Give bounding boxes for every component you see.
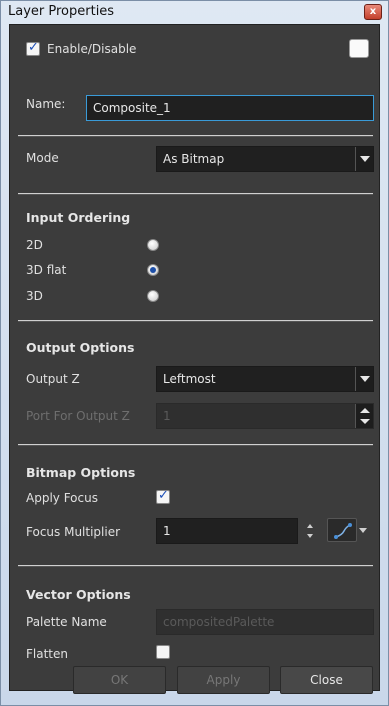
mode-value: As Bitmap xyxy=(163,152,225,166)
radio-3d-flat[interactable] xyxy=(147,264,159,276)
focus-multiplier-value: 1 xyxy=(163,524,171,538)
spin-up-icon[interactable] xyxy=(360,408,370,413)
focus-multiplier-label: Focus Multiplier xyxy=(26,525,121,539)
separator xyxy=(18,193,373,195)
layer-color-swatch[interactable] xyxy=(349,39,369,58)
chevron-down-icon[interactable] xyxy=(359,528,367,533)
ok-button[interactable]: OK xyxy=(73,666,166,694)
apply-button[interactable]: Apply xyxy=(177,666,270,694)
radio-2d-label: 2D xyxy=(26,238,43,252)
flatten-label: Flatten xyxy=(26,647,68,661)
input-ordering-heading: Input Ordering xyxy=(26,210,131,225)
layer-properties-window: Layer Properties x Enable/Disable Name: … xyxy=(0,0,389,706)
name-label: Name: xyxy=(26,97,66,111)
focus-multiplier-spinner[interactable] xyxy=(307,524,315,538)
output-options-heading: Output Options xyxy=(26,340,135,355)
chevron-down-icon[interactable] xyxy=(355,147,373,171)
enable-label: Enable/Disable xyxy=(47,42,137,56)
window-title: Layer Properties xyxy=(8,4,115,19)
palette-name-field[interactable]: compositedPalette xyxy=(156,609,374,635)
radio-3d-flat-label: 3D flat xyxy=(26,263,67,277)
port-for-output-z-field[interactable]: 1 xyxy=(156,403,374,429)
bitmap-options-heading: Bitmap Options xyxy=(26,465,136,480)
palette-name-label: Palette Name xyxy=(26,615,107,629)
close-button[interactable]: Close xyxy=(280,666,373,694)
separator xyxy=(18,565,373,567)
apply-focus-checkbox[interactable] xyxy=(156,488,170,504)
separator xyxy=(18,320,373,322)
spin-up-icon[interactable] xyxy=(307,524,313,528)
focus-multiplier-field[interactable]: 1 xyxy=(156,518,298,544)
separator xyxy=(18,444,373,446)
radio-3d-label: 3D xyxy=(26,289,43,303)
palette-name-placeholder: compositedPalette xyxy=(163,615,275,629)
mode-label: Mode xyxy=(26,151,59,165)
chevron-down-icon[interactable] xyxy=(355,367,373,391)
output-z-value: Leftmost xyxy=(163,372,216,386)
name-field[interactable]: Composite_1 xyxy=(86,95,374,121)
port-spinner[interactable] xyxy=(355,404,373,428)
title-bar[interactable]: Layer Properties x xyxy=(1,1,388,23)
radio-2d[interactable] xyxy=(147,239,159,251)
name-value: Composite_1 xyxy=(93,101,171,115)
flatten-checkbox[interactable] xyxy=(156,645,170,659)
properties-panel: Enable/Disable Name: Composite_1 Mode As… xyxy=(9,24,380,694)
port-for-output-z-label: Port For Output Z xyxy=(26,409,130,423)
output-z-label: Output Z xyxy=(26,372,80,386)
output-z-dropdown[interactable]: Leftmost xyxy=(156,366,374,392)
radio-3d[interactable] xyxy=(147,290,159,302)
spin-down-icon[interactable] xyxy=(307,534,313,538)
name-row: Name: Composite_1 xyxy=(18,87,374,127)
function-curve-icon xyxy=(334,523,352,539)
separator xyxy=(18,135,373,137)
spin-down-icon[interactable] xyxy=(360,419,370,424)
close-window-button[interactable]: x xyxy=(364,4,382,20)
enable-checkbox[interactable] xyxy=(26,40,40,56)
vector-options-heading: Vector Options xyxy=(26,587,131,602)
mode-dropdown[interactable]: As Bitmap xyxy=(156,146,374,172)
port-value: 1 xyxy=(163,409,171,423)
apply-focus-label: Apply Focus xyxy=(26,491,98,505)
function-curve-button[interactable] xyxy=(327,518,357,542)
